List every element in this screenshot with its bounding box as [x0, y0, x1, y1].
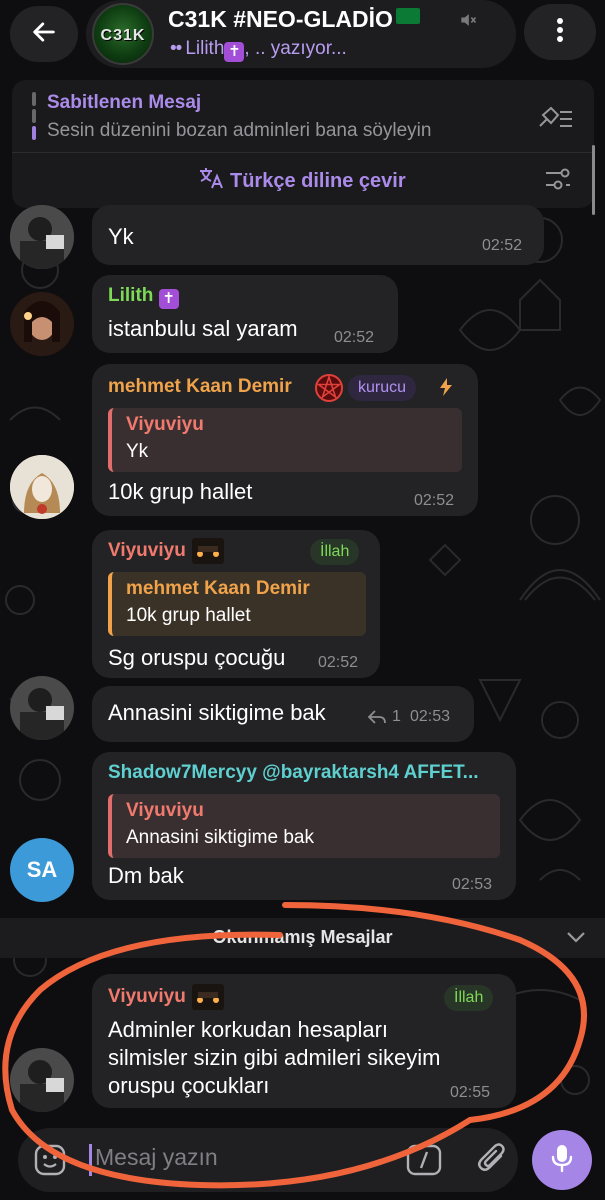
- avatar[interactable]: [10, 455, 74, 519]
- pin-indicator: [32, 92, 36, 140]
- admin-badge: kurucu: [348, 375, 417, 401]
- message-bubble[interactable]: Viyuviyu İllah Adminler korkudan hesapla…: [92, 974, 516, 1108]
- message-bubble[interactable]: Shadow7Mercyy @bayraktarsh4 AFFET... Viy…: [92, 752, 516, 900]
- pinned-message-panel[interactable]: Sabitlenen Mesaj Sesin düzenini bozan ad…: [12, 80, 594, 208]
- quote-text: 10k grup hallet: [126, 605, 251, 626]
- group-avatar-text: C31K: [100, 27, 146, 44]
- unread-label: Okunmamış Mesajlar: [212, 927, 393, 947]
- sender-name: Lilith: [108, 285, 154, 306]
- quote-text: Annasini siktigime bak: [126, 827, 314, 848]
- typing-suffix: , .. yazıyor...: [244, 38, 347, 59]
- translate-button[interactable]: Türkçe diline çevir: [198, 166, 406, 196]
- reply-quote[interactable]: Viyuviyu Yk: [108, 408, 462, 472]
- message-text-line: silmisler sizin gibi admileri sikeyim: [108, 1045, 441, 1070]
- message-text: Dm bak: [108, 863, 184, 888]
- message-input[interactable]: Mesaj yazın: [95, 1144, 218, 1171]
- admin-badge: İllah: [310, 539, 360, 565]
- night-car-emoji-icon: [192, 984, 224, 1015]
- avatar[interactable]: [10, 1048, 74, 1112]
- pentagram-emoji-icon: [314, 373, 344, 408]
- message-text-line: oruspu çocukları: [108, 1073, 270, 1098]
- chat-title: C31K #NEO-GLADİO: [168, 6, 420, 33]
- cross-emoji-icon: ✝: [158, 289, 179, 309]
- admin-badge: İllah: [444, 985, 494, 1011]
- more-menu-button[interactable]: [524, 4, 596, 60]
- quote-sender: mehmet Kaan Demir: [126, 578, 310, 599]
- message-bubble[interactable]: Annasini siktigime bak 1 02:53: [92, 686, 474, 742]
- pin-list-icon[interactable]: [534, 106, 574, 137]
- lightning-icon: [440, 378, 452, 401]
- message-sender: Viyuviyu: [108, 540, 186, 562]
- message-bubble[interactable]: Yk 02:52: [92, 205, 544, 265]
- reply-quote[interactable]: Viyuviyu Annasini siktigime bak: [108, 794, 500, 858]
- quote-text: Yk: [126, 441, 149, 462]
- muted-icon: [458, 10, 478, 35]
- message-sender: mehmet Kaan Demir: [108, 376, 292, 398]
- quote-sender: Viyuviyu: [126, 414, 204, 435]
- message-sender: Viyuviyu: [108, 986, 186, 1008]
- message-time: 02:55: [450, 1084, 491, 1101]
- translate-icon: [198, 166, 224, 196]
- message-time: 02:53: [410, 708, 451, 725]
- microphone-icon: [550, 1143, 574, 1178]
- translate-settings-icon[interactable]: [544, 166, 572, 197]
- sender-name: Shadow7Mercyy @bayraktarsh4 AFFET...: [108, 762, 479, 783]
- message-time: 02:52: [414, 492, 455, 509]
- message-text: istanbulu sal yaram: [108, 316, 298, 341]
- paperclip-icon[interactable]: [476, 1142, 510, 1183]
- message-time: 02:52: [482, 237, 523, 254]
- microphone-button[interactable]: [532, 1130, 592, 1190]
- sender-name: Viyuviyu: [108, 986, 186, 1007]
- message-text: Sg oruspu çocuğu: [108, 645, 286, 670]
- message-sender: Lilith ✝: [108, 285, 179, 309]
- avatar[interactable]: [10, 676, 74, 740]
- chat-info[interactable]: C31K C31K #NEO-GLADİO •• Lilith ✝, .. yazı…: [86, 0, 516, 68]
- reply-count: 1: [392, 708, 401, 725]
- sender-name: Viyuviyu: [108, 540, 186, 561]
- bot-command-icon[interactable]: [406, 1144, 442, 1181]
- chat-title-text: C31K #NEO-GLADİO: [168, 6, 393, 32]
- unread-divider: Okunmamış Mesajlar: [0, 918, 605, 958]
- sticker-emoji-icon[interactable]: [32, 1142, 68, 1183]
- reply-arrow-icon: [367, 710, 386, 729]
- message-text: 10k grup hallet: [108, 479, 253, 504]
- translate-label: Türkçe diline çevir: [230, 170, 406, 192]
- chat-header: C31K C31K #NEO-GLADİO •• Lilith ✝, .. yazı…: [0, 0, 605, 72]
- text-caret: [89, 1144, 92, 1176]
- message-composer[interactable]: Mesaj yazın: [18, 1128, 518, 1192]
- avatar[interactable]: [10, 205, 74, 269]
- typing-status: •• Lilith ✝, .. yazıyor...: [170, 38, 347, 62]
- arrow-left-icon: [30, 18, 58, 51]
- message-bubble[interactable]: Viyuviyu İllah mehmet Kaan Demir 10k gru…: [92, 530, 380, 678]
- message-text: Yk: [108, 224, 134, 249]
- message-time: 02:53: [452, 876, 493, 893]
- avatar-initials: SA: [26, 857, 58, 882]
- message-sender: Shadow7Mercyy @bayraktarsh4 AFFET...: [108, 762, 479, 784]
- reply-quote[interactable]: mehmet Kaan Demir 10k grup hallet: [108, 572, 366, 636]
- more-vertical-icon: [556, 17, 564, 48]
- message-text: Annasini siktigime bak: [108, 700, 326, 725]
- group-avatar[interactable]: C31K: [92, 3, 154, 65]
- typing-name: Lilith: [185, 38, 225, 59]
- scrollbar-thumb[interactable]: [592, 145, 595, 215]
- avatar[interactable]: [10, 292, 74, 356]
- night-car-emoji-icon: [192, 538, 224, 569]
- cross-emoji-icon: ✝: [224, 42, 245, 62]
- avatar[interactable]: SA: [10, 838, 74, 902]
- message-text-line: Adminler korkudan hesapları: [108, 1017, 389, 1042]
- message-bubble[interactable]: Lilith ✝ istanbulu sal yaram 02:52: [92, 275, 398, 353]
- typing-dots: ••: [170, 38, 182, 59]
- message-bubble[interactable]: mehmet Kaan Demir kurucu Viyuviyu Yk 10k…: [92, 364, 478, 516]
- message-time: 02:52: [318, 654, 359, 671]
- divider: [12, 152, 594, 153]
- message-time: 02:52: [334, 329, 375, 346]
- sender-name: mehmet Kaan Demir: [108, 376, 292, 397]
- saudi-flag-icon: [395, 8, 420, 24]
- pinned-text: Sesin düzenini bozan adminleri bana söyl…: [47, 120, 432, 141]
- chevron-down-icon[interactable]: [566, 930, 586, 949]
- back-button[interactable]: [10, 6, 78, 62]
- quote-sender: Viyuviyu: [126, 800, 204, 821]
- pinned-title: Sabitlenen Mesaj: [47, 92, 202, 113]
